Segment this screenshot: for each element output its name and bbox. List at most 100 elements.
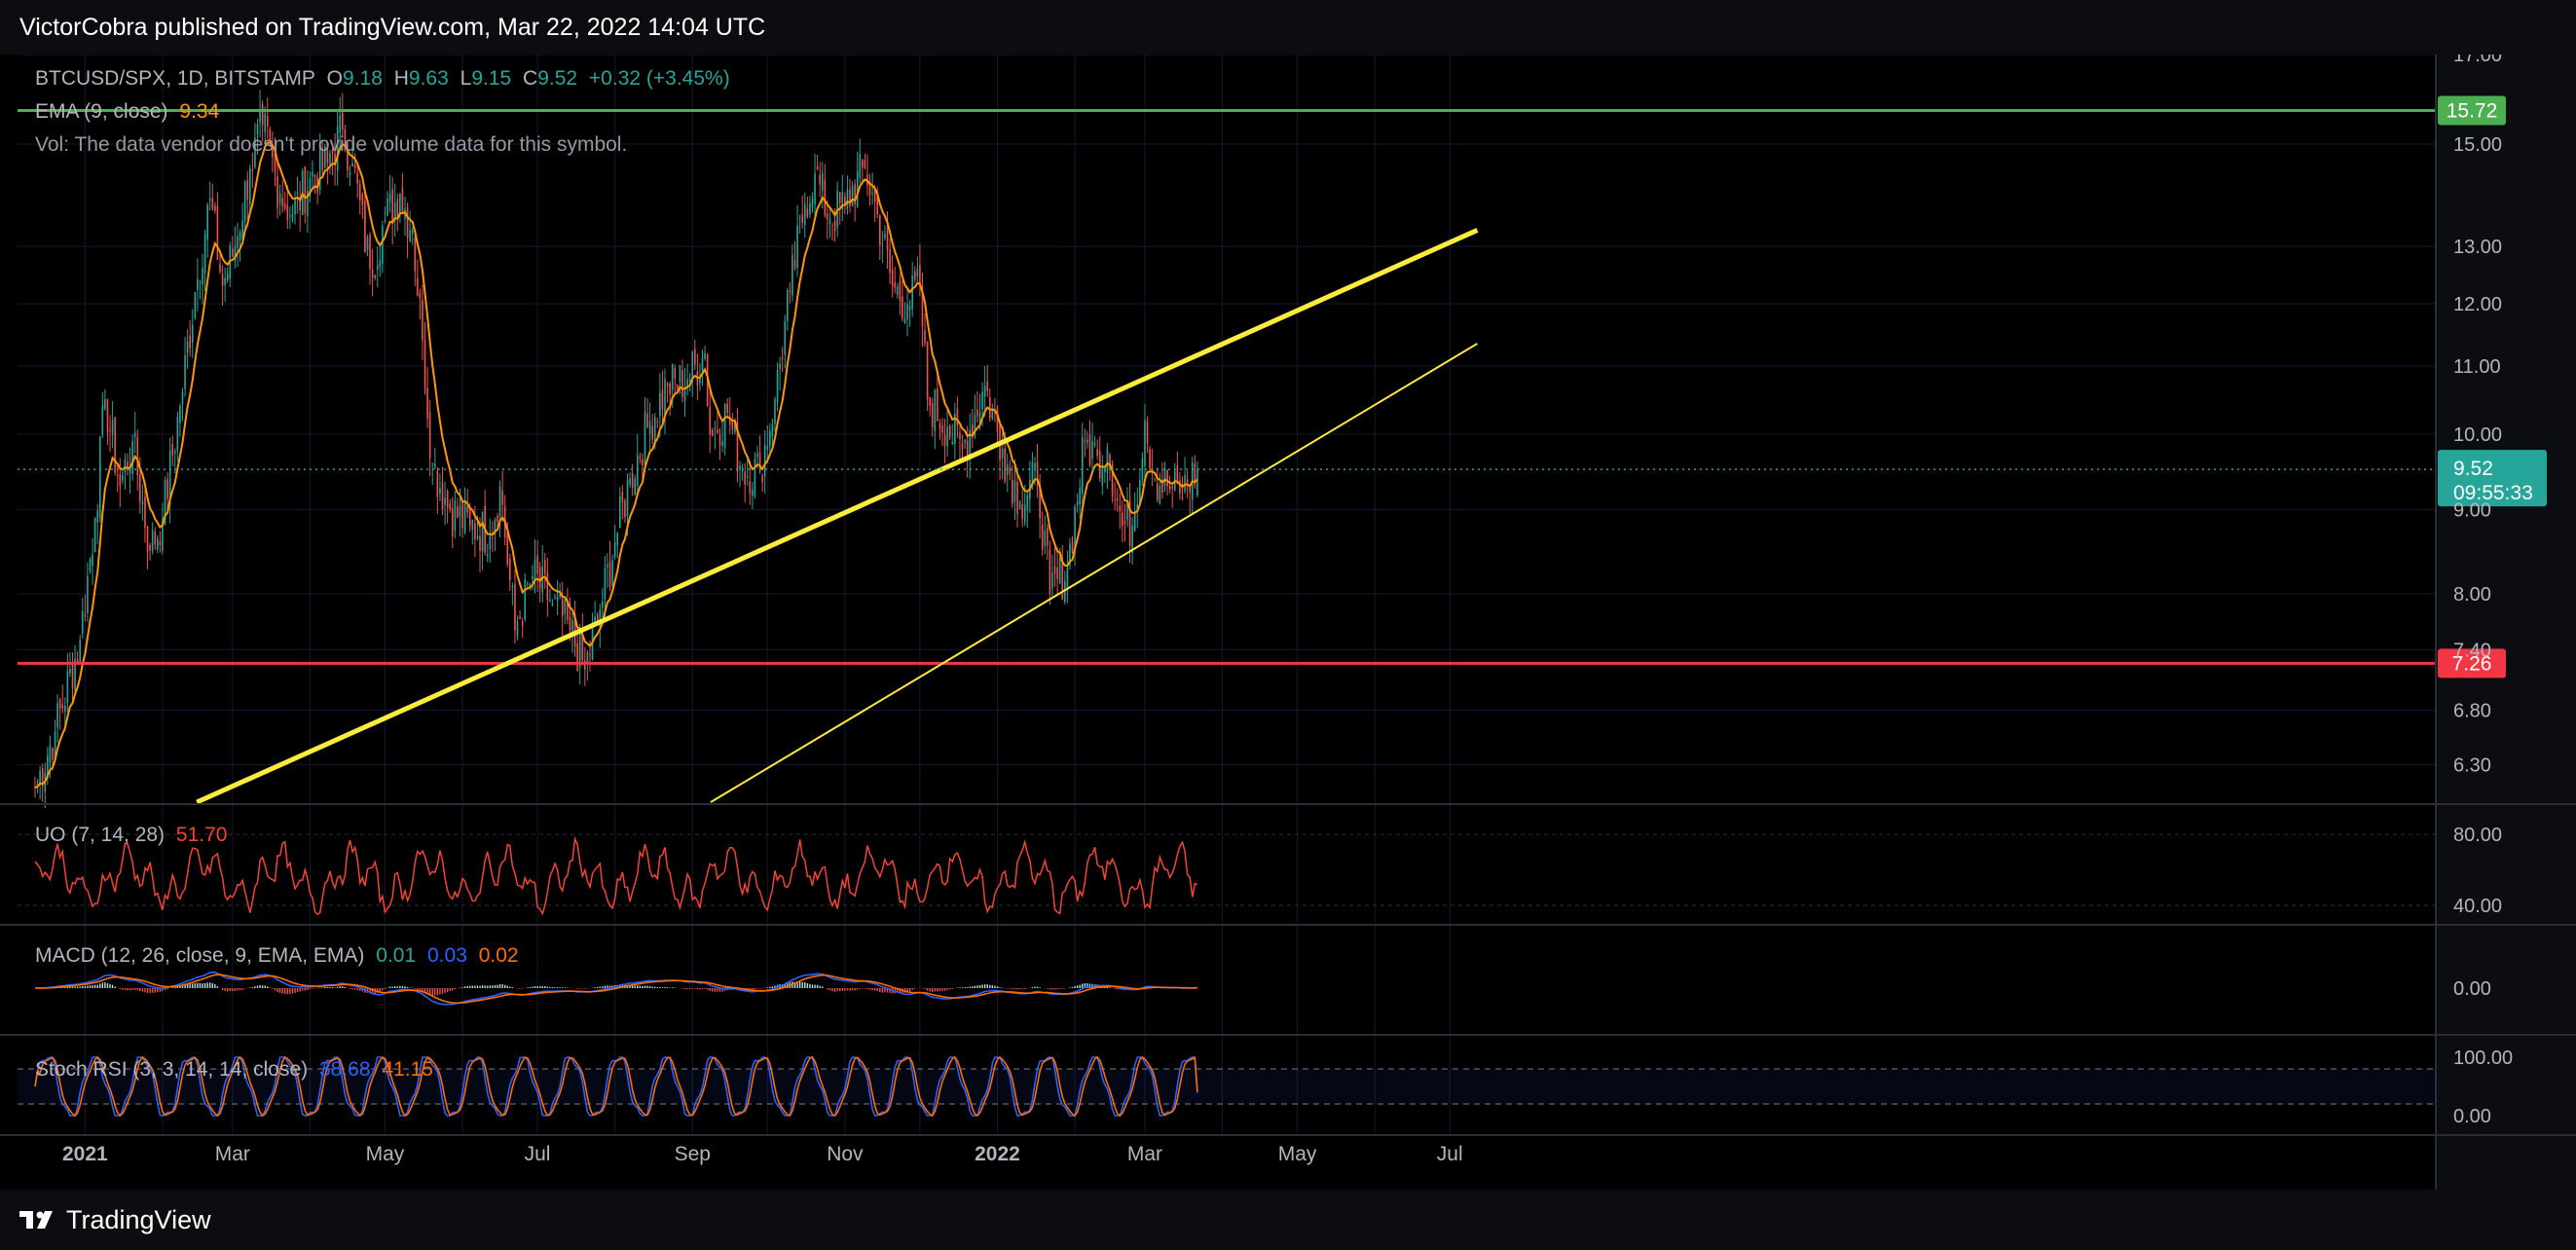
macd-histogram-value: 0.01 xyxy=(376,944,417,967)
candle-body xyxy=(492,537,494,539)
candle-body xyxy=(679,365,681,383)
candle-body xyxy=(136,436,139,476)
candle-body xyxy=(1149,449,1151,469)
price-tick-label: 9.00 xyxy=(2453,499,2491,521)
candle-body xyxy=(206,204,208,239)
price-tick-label: 8.00 xyxy=(2453,584,2491,606)
candle-body xyxy=(896,286,899,295)
candle-body xyxy=(624,500,626,518)
price-tick-label: 6.80 xyxy=(2453,700,2491,721)
change-value: +0.32 (+3.45%) xyxy=(588,67,730,90)
macd-tick-label: 0.00 xyxy=(2453,978,2491,1000)
candle-body xyxy=(481,511,484,552)
candle-body xyxy=(203,234,206,275)
candle-body xyxy=(688,379,691,382)
candle-body xyxy=(838,192,841,203)
publisher-header: VictorCobra published on TradingView.com… xyxy=(0,0,2576,55)
candle-body xyxy=(986,381,989,391)
candle-body xyxy=(489,533,492,549)
candle-body xyxy=(938,423,941,429)
candle-body xyxy=(784,321,787,355)
candle-body xyxy=(52,748,54,760)
candle-body xyxy=(81,610,84,634)
candle-body xyxy=(902,296,903,319)
candle-body xyxy=(186,341,189,353)
candle-body xyxy=(246,180,249,201)
candle-body xyxy=(819,174,821,185)
candle-body xyxy=(278,193,281,203)
tradingview-logo-icon[interactable] xyxy=(19,1209,58,1231)
ema-label: EMA (9, close) xyxy=(35,100,168,123)
candle-body xyxy=(1071,540,1074,554)
time-tick-label: Mar xyxy=(215,1143,250,1165)
candle-body xyxy=(651,425,653,440)
candle-body xyxy=(929,397,931,406)
candle-body xyxy=(179,406,181,423)
uo-tick-label: 40.00 xyxy=(2453,896,2502,917)
candle-body xyxy=(431,463,434,465)
candle-body xyxy=(98,436,101,518)
candle-body xyxy=(1096,449,1098,457)
candle-body xyxy=(879,215,881,245)
ema-legend[interactable]: EMA (9, close) 9.34 xyxy=(35,100,225,124)
candle-body xyxy=(714,427,717,429)
candle-body xyxy=(961,443,964,449)
candle-body xyxy=(856,170,859,207)
footer: TradingView xyxy=(0,1190,2576,1250)
candle-body xyxy=(364,200,366,253)
candle-body xyxy=(859,154,862,178)
candle-body xyxy=(646,413,648,427)
stoch-rsi-legend[interactable]: Stoch RSI (3, 3, 14, 14, close) 38.68 41… xyxy=(35,1058,439,1082)
candle-body xyxy=(1016,481,1018,515)
candle-body xyxy=(966,440,969,458)
candle-body xyxy=(946,426,948,447)
candle-body xyxy=(141,500,144,505)
uo-tick-label: 80.00 xyxy=(2453,825,2502,846)
candle-body xyxy=(871,193,873,195)
candle-body xyxy=(1163,468,1166,487)
macd-legend[interactable]: MACD (12, 26, close, 9, EMA, EMA) 0.01 0… xyxy=(35,944,525,968)
candle-body xyxy=(216,205,219,260)
candle-body xyxy=(941,424,943,433)
candle-body xyxy=(1012,479,1013,504)
candle-body xyxy=(983,386,986,397)
candle-body xyxy=(1061,562,1064,600)
candle-body xyxy=(459,505,461,517)
candle-body xyxy=(366,237,369,251)
candle-body xyxy=(446,491,449,508)
chart-canvas[interactable]: 15.727.269.5209:55:3317.0015.0013.0012.0… xyxy=(0,55,2576,1190)
candle-body xyxy=(1106,448,1109,474)
candle-body xyxy=(139,474,141,502)
candle-body xyxy=(629,478,631,485)
candle-body xyxy=(71,664,74,689)
candle-body xyxy=(119,474,122,487)
candle-body xyxy=(948,425,951,439)
candle-body xyxy=(758,452,761,471)
low-label: L xyxy=(460,67,472,90)
candle-body xyxy=(771,424,774,437)
candle-body xyxy=(763,445,766,477)
time-tick-label: May xyxy=(1278,1143,1317,1165)
candle-body xyxy=(498,486,501,518)
candle-body xyxy=(1076,501,1079,505)
candle-body xyxy=(1023,504,1026,523)
candle-body xyxy=(56,703,58,728)
candle-body xyxy=(803,203,806,225)
uo-legend[interactable]: UO (7, 14, 28) 51.70 xyxy=(35,824,233,847)
candle-body xyxy=(194,291,197,318)
candle-body xyxy=(1026,495,1029,511)
candle-body xyxy=(828,219,831,224)
candle-body xyxy=(671,363,674,390)
price-axis-background xyxy=(2436,55,2576,1190)
candle-body xyxy=(149,545,151,551)
stoch-d-value: 41.15 xyxy=(382,1058,433,1081)
high-value: 9.63 xyxy=(408,67,449,90)
candle-body xyxy=(376,265,379,270)
stoch-k-value: 38.68 xyxy=(318,1058,371,1081)
candle-body xyxy=(422,300,423,341)
candle-body xyxy=(374,276,376,278)
candle-body xyxy=(114,417,116,473)
footer-brand[interactable]: TradingView xyxy=(66,1205,211,1235)
candle-body xyxy=(787,290,789,322)
symbol-name[interactable]: BTCUSD/SPX, 1D, BITSTAMP xyxy=(35,67,315,90)
